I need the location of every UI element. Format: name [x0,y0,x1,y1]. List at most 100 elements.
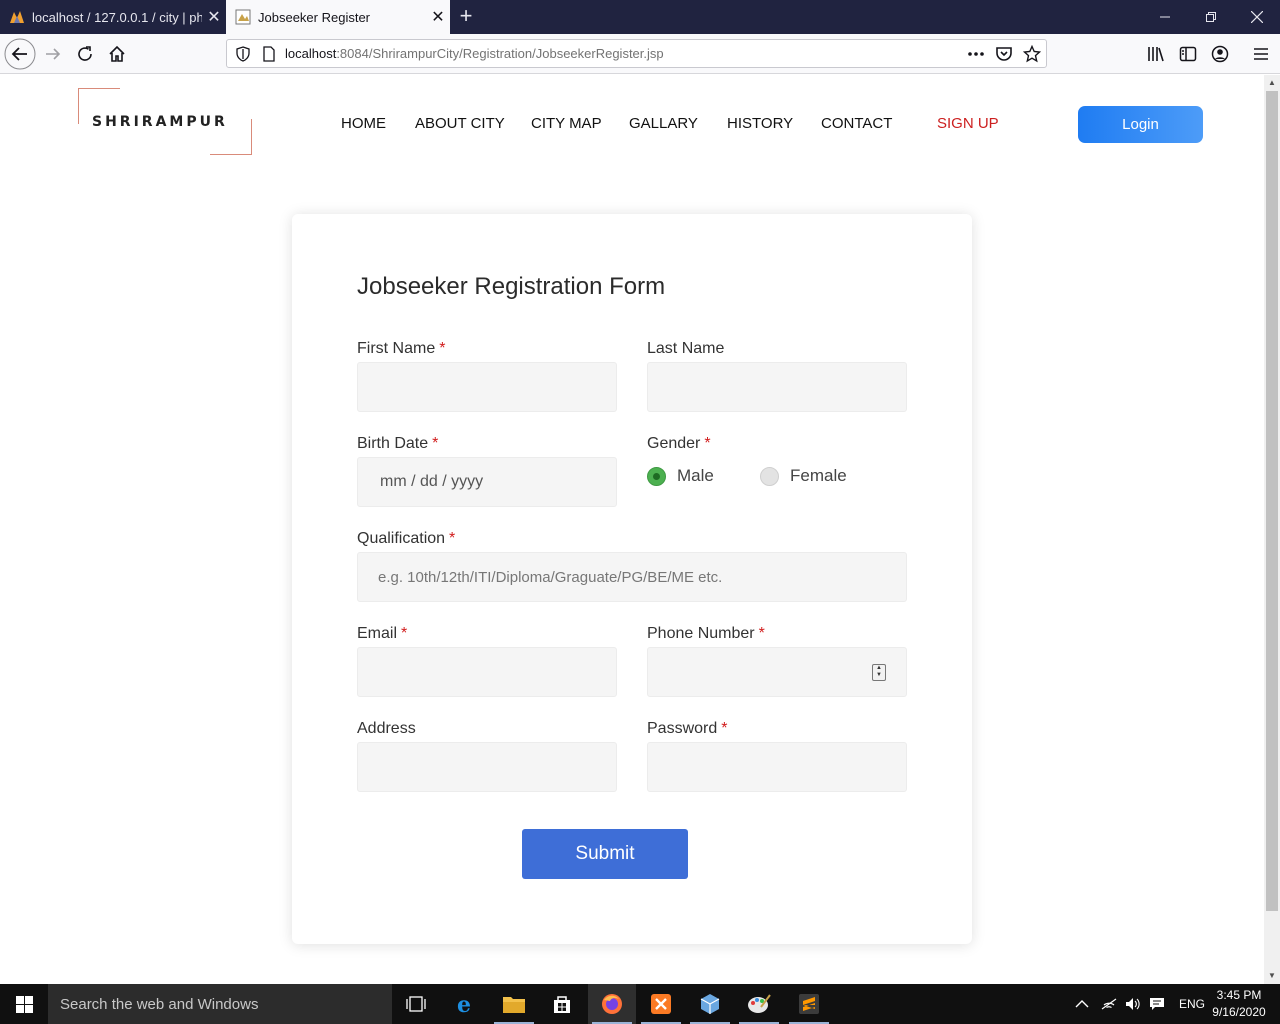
radio-unselected-icon[interactable] [760,466,779,486]
network-icon[interactable] [1101,997,1117,1011]
qualification-input[interactable]: e.g. 10th/12th/ITI/Diploma/Graguate/PG/B… [357,552,907,602]
site-logo[interactable]: SHRIRAMPUR [78,88,252,155]
system-clock[interactable]: 3:45 PM 9/16/2020 [1206,987,1272,1021]
notification-icon[interactable] [1149,997,1165,1011]
phone-number-input[interactable]: ▲ ▼ [647,647,907,697]
nav-about-city[interactable]: ABOUT CITY [415,115,505,132]
chevron-up-icon[interactable] [1075,999,1089,1009]
taskbar-sublime-text[interactable] [785,984,833,1024]
reload-button[interactable] [69,38,101,70]
radio-label-male: Male [677,466,714,485]
page-actions-button[interactable] [962,42,990,66]
firefox-icon [602,994,622,1014]
url-text[interactable]: localhost:8084/ShrirampurCity/Registrati… [285,46,962,61]
home-button[interactable] [101,38,133,70]
more-dots-icon [968,51,984,56]
address-label: Address [357,720,416,737]
gender-label-text: Gender [647,435,701,452]
first-name-label-text: First Name [357,340,436,357]
sidebar-icon [1179,46,1197,62]
pocket-button[interactable] [990,42,1018,66]
last-name-input[interactable] [647,362,907,412]
page-info-icon[interactable] [261,45,277,62]
task-view-button[interactable] [392,984,440,1024]
required-marker: * [758,625,765,642]
taskbar-store[interactable] [538,984,586,1024]
sublime-text-icon [799,994,819,1014]
forward-button[interactable] [37,38,69,70]
number-spinner-icon[interactable]: ▲ ▼ [872,664,886,681]
email-input[interactable] [357,647,617,697]
required-marker: * [704,435,711,452]
input-language[interactable]: ENG [1179,997,1205,1011]
volume-icon[interactable] [1125,997,1141,1011]
email-label-text: Email [357,625,398,642]
scroll-thumb[interactable] [1266,91,1278,911]
password-input[interactable] [647,742,907,792]
new-tab-button[interactable]: + [454,4,478,28]
account-button[interactable] [1204,38,1236,70]
nav-gallary[interactable]: GALLARY [629,115,698,132]
folder-icon [503,997,525,1013]
gender-radio-male[interactable]: Male [647,466,714,486]
reload-icon [78,46,92,61]
cube-icon [700,994,720,1014]
tab-jobseeker-register[interactable]: Jobseeker Register ✕ [226,0,450,34]
address-input[interactable] [357,742,617,792]
phone-number-label: Phone Number * [647,625,765,643]
paint-palette-icon [748,994,771,1013]
logo-text: SHRIRAMPUR [92,114,228,130]
tracking-shield-icon[interactable] [235,45,251,62]
birth-date-input[interactable]: mm / dd / yyyy [357,457,617,507]
nav-home[interactable]: HOME [341,115,386,132]
scroll-down-icon[interactable]: ▼ [1264,968,1280,984]
library-button[interactable] [1140,38,1172,70]
birth-date-label: Birth Date * [357,435,438,453]
nav-city-map[interactable]: CITY MAP [531,115,602,132]
windows-taskbar: Search the web and Windows e ENG 3:45 PM… [0,984,1280,1024]
qualification-label: Qualification * [357,530,455,548]
taskbar-virtualbox[interactable] [686,984,734,1024]
submit-button[interactable]: Submit [522,829,688,879]
menu-button[interactable] [1245,38,1277,70]
email-label: Email * [357,625,407,643]
taskbar-edge[interactable]: e [442,984,490,1024]
taskbar-xampp[interactable] [637,984,685,1024]
scroll-up-icon[interactable]: ▲ [1264,75,1280,91]
close-tab-icon[interactable]: ✕ [426,7,450,27]
start-button[interactable] [0,984,48,1024]
close-tab-icon[interactable]: ✕ [202,7,226,27]
url-bar[interactable]: localhost:8084/ShrirampurCity/Registrati… [226,39,1047,68]
bookmark-button[interactable] [1018,42,1046,66]
edge-icon: e [457,993,471,1015]
qualification-label-text: Qualification [357,530,446,547]
vertical-scrollbar[interactable]: ▲ ▼ [1264,75,1280,984]
restore-button[interactable] [1188,0,1234,34]
minimize-button[interactable] [1142,0,1188,34]
url-path: :8084/ShrirampurCity/Registration/Jobsee… [336,46,664,61]
nav-history[interactable]: HISTORY [727,115,793,132]
close-window-button[interactable] [1234,0,1280,34]
taskbar-search[interactable]: Search the web and Windows [48,984,392,1024]
browser-tab-strip: localhost / 127.0.0.1 / city | php ✕ Job… [0,0,1280,34]
first-name-input[interactable] [357,362,617,412]
taskbar-firefox[interactable] [588,984,636,1024]
gender-radio-female[interactable]: Female [760,466,847,486]
radio-selected-icon[interactable] [647,466,666,486]
login-button[interactable]: Login [1078,106,1203,143]
tab-phpmyadmin[interactable]: localhost / 127.0.0.1 / city | php ✕ [0,0,226,34]
taskbar-file-explorer[interactable] [490,984,538,1024]
sidebar-button[interactable] [1172,38,1204,70]
page-viewport: SHRIRAMPUR HOME ABOUT CITY CITY MAP GALL… [0,75,1264,984]
library-icon [1148,47,1164,62]
minimize-icon [1160,16,1170,18]
registration-form-card: Jobseeker Registration Form First Name * … [292,214,972,944]
back-button[interactable] [4,38,36,70]
close-icon [1251,11,1263,23]
clock-time: 3:45 PM [1216,988,1262,1002]
phpmyadmin-icon [10,11,24,23]
taskbar-paint[interactable] [735,984,783,1024]
birth-date-label-text: Birth Date [357,435,429,452]
nav-sign-up[interactable]: SIGN UP [937,115,999,132]
nav-contact[interactable]: CONTACT [821,115,892,132]
